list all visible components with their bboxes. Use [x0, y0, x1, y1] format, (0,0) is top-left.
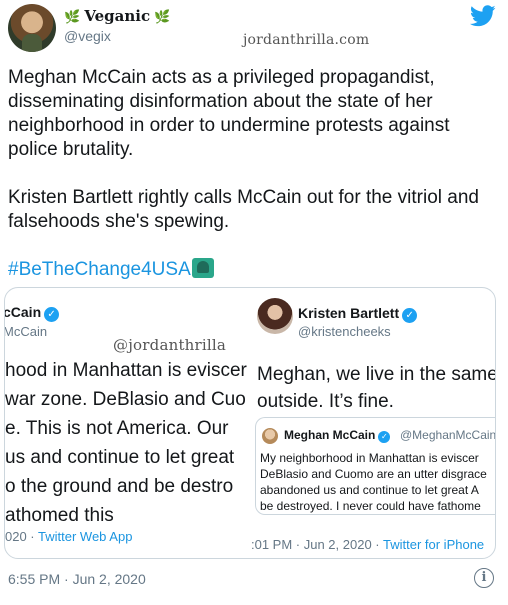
right-tweet-source-link[interactable]: Twitter for iPhone: [383, 537, 484, 552]
quoted-tweet-name: Meghan McCain ✓: [284, 428, 391, 443]
leaf-right-icon: 🌿: [154, 9, 171, 24]
tweet-timestamp[interactable]: 6:55 PM · Jun 2, 2020: [8, 571, 146, 587]
author-handle[interactable]: @vegix: [64, 28, 111, 44]
hashtag-link[interactable]: #BeTheChange4USA: [8, 259, 191, 280]
info-icon[interactable]: i: [474, 568, 494, 588]
statue-of-liberty-icon: [191, 258, 214, 278]
left-tweet-footer: 020 · Twitter Web App: [5, 529, 133, 544]
quoted-tweet-handle: @MeghanMcCain: [400, 428, 496, 442]
tweet-hashtag-line: #BeTheChange4USA: [8, 258, 500, 282]
verified-badge-icon: ✓: [378, 431, 391, 443]
right-tweet-handle: @kristencheeks: [298, 324, 391, 339]
left-tweet-name: cCain ✓: [5, 304, 60, 322]
left-tweet-source-link[interactable]: Twitter Web App: [38, 529, 132, 544]
quoted-tweet-body: My neighborhood in Manhattan is eviscer …: [260, 451, 487, 513]
right-tweet-footer: :01 PM · Jun 2, 2020 · Twitter for iPhon…: [251, 537, 485, 552]
tweet-header: 🌿 Veganic 🌿 @vegix jordanthrilla.com: [0, 0, 508, 60]
meghan-avatar: [262, 428, 278, 444]
leaf-left-icon: 🌿: [64, 9, 81, 24]
embedded-tweet-left: cCain ✓ McCain @jordanthrilla hood in Man…: [5, 288, 250, 558]
author-display-name: Veganic: [84, 7, 151, 25]
embedded-tweet-right: Kristen Bartlett ✓ @kristencheeks Meghan,…: [251, 288, 496, 558]
watermark-embedded: @jordanthrilla: [113, 336, 227, 354]
quoted-tweet: Meghan McCain ✓ @MeghanMcCain My neighbor…: [255, 417, 496, 515]
embedded-screenshot[interactable]: cCain ✓ McCain @jordanthrilla hood in Man…: [4, 287, 496, 559]
right-tweet-body: Meghan, we live in the same outside. It’…: [257, 364, 496, 412]
tweet-paragraph-2: Kristen Bartlett rightly calls McCain ou…: [8, 187, 479, 232]
verified-badge-icon: ✓: [402, 308, 418, 323]
tweet-paragraph-1: Meghan McCain acts as a privileged propa…: [8, 67, 450, 160]
kristen-avatar: [257, 298, 293, 334]
twitter-bird-icon[interactable]: [470, 5, 496, 27]
right-tweet-name: Kristen Bartlett ✓: [298, 305, 418, 323]
left-tweet-handle: McCain: [5, 324, 48, 339]
author-name[interactable]: 🌿 Veganic 🌿: [64, 7, 170, 25]
author-avatar[interactable]: [8, 4, 56, 52]
tweet-text: Meghan McCain acts as a privileged propa…: [8, 66, 500, 306]
watermark-top: jordanthrilla.com: [243, 32, 370, 48]
left-tweet-body: hood in Manhattan is eviscer war zone. D…: [5, 360, 247, 526]
verified-badge-icon: ✓: [44, 307, 60, 322]
